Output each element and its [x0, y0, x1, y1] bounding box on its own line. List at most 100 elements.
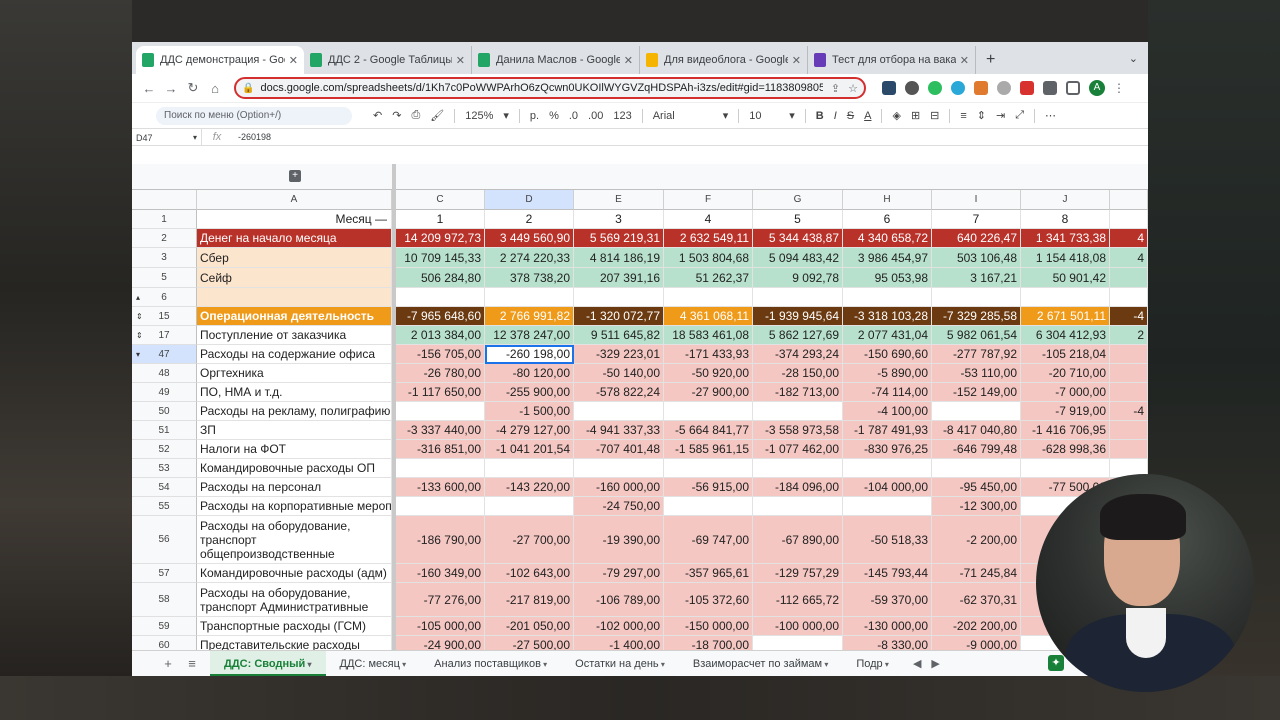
value-cell[interactable]: -160 349,00 — [396, 564, 485, 583]
value-cell[interactable] — [664, 459, 753, 478]
active-cell[interactable]: -260 198,00 — [485, 345, 574, 364]
row-label-cell[interactable]: Представительские расходы — [197, 636, 392, 650]
italic-button[interactable]: I — [834, 110, 837, 122]
value-cell[interactable]: 5 344 438,87 — [753, 229, 843, 248]
value-cell[interactable]: 5 094 483,42 — [753, 248, 843, 268]
value-cell[interactable] — [664, 402, 753, 421]
value-cell[interactable]: 10 709 145,33 — [396, 248, 485, 268]
row-label-cell[interactable]: Командировочные расходы ОП — [197, 459, 392, 478]
column-header-a[interactable]: A — [197, 190, 392, 210]
value-cell[interactable]: 4 814 186,19 — [574, 248, 664, 268]
row-label-cell[interactable]: ЗП — [197, 421, 392, 440]
star-icon[interactable]: ☆ — [848, 82, 858, 95]
value-cell[interactable]: -5 890,00 — [843, 364, 932, 383]
value-cell[interactable] — [485, 288, 574, 307]
value-cell[interactable]: -7 329 285,58 — [932, 307, 1021, 326]
redo-icon[interactable]: ↷ — [392, 109, 401, 122]
value-cell[interactable]: 4 — [1110, 248, 1148, 268]
value-cell[interactable]: -53 110,00 — [932, 364, 1021, 383]
extension-icon[interactable] — [951, 81, 965, 95]
menu-icon[interactable]: ⋮ — [1113, 81, 1125, 95]
value-cell[interactable]: -3 558 973,58 — [753, 421, 843, 440]
forward-icon[interactable]: → — [160, 81, 182, 96]
row-header[interactable]: 59 — [132, 617, 197, 636]
value-cell[interactable]: -329 223,01 — [574, 345, 664, 364]
value-cell[interactable]: 14 209 972,73 — [396, 229, 485, 248]
row-header[interactable]: 1 — [132, 210, 197, 229]
browser-tab-5[interactable]: Тест для отбора на вакансию ✕ — [808, 46, 976, 74]
close-icon[interactable]: ✕ — [624, 54, 633, 67]
value-cell[interactable]: 2 — [1110, 326, 1148, 345]
expand-group-icon[interactable]: ⇕ — [136, 331, 143, 340]
name-box[interactable]: D47 — [132, 129, 202, 147]
value-cell[interactable]: 2 077 431,04 — [843, 326, 932, 345]
expand-group-icon[interactable]: ⇕ — [136, 312, 143, 321]
value-cell[interactable]: 2 632 549,11 — [664, 229, 753, 248]
value-cell[interactable]: 2 274 220,33 — [485, 248, 574, 268]
value-cell[interactable]: 6 304 412,93 — [1021, 326, 1110, 345]
browser-tab-1[interactable]: ДДС демонстрация - Google ✕ — [136, 46, 304, 74]
value-cell[interactable]: -27 700,00 — [485, 516, 574, 564]
value-cell[interactable]: -80 120,00 — [485, 364, 574, 383]
close-icon[interactable]: ✕ — [960, 54, 969, 67]
value-cell[interactable]: 51 262,37 — [664, 268, 753, 288]
value-cell[interactable] — [396, 402, 485, 421]
value-cell[interactable]: 18 583 461,08 — [664, 326, 753, 345]
column-header-j[interactable]: J — [1021, 190, 1110, 210]
add-sheet-button[interactable]: + — [156, 656, 180, 671]
value-cell[interactable]: -112 665,72 — [753, 583, 843, 617]
value-cell[interactable]: -2 200,00 — [932, 516, 1021, 564]
value-cell[interactable]: -1 939 945,64 — [753, 307, 843, 326]
value-cell[interactable] — [753, 288, 843, 307]
value-cell[interactable]: 1 341 733,38 — [1021, 229, 1110, 248]
row-header[interactable]: 60 — [132, 636, 197, 650]
collapse-group-icon[interactable]: ▾ — [136, 350, 140, 359]
value-cell[interactable] — [1110, 288, 1148, 307]
back-icon[interactable]: ← — [138, 81, 160, 96]
value-cell[interactable] — [485, 497, 574, 516]
row-header[interactable]: 49 — [132, 383, 197, 402]
row-label-cell[interactable]: Операционная деятельность — [197, 307, 392, 326]
tab-search-icon[interactable]: ⌄ — [1129, 52, 1138, 65]
extension-icon[interactable] — [905, 81, 919, 95]
value-cell[interactable]: -50 518,33 — [843, 516, 932, 564]
value-cell[interactable]: -50 140,00 — [574, 364, 664, 383]
value-cell[interactable]: -707 401,48 — [574, 440, 664, 459]
value-cell[interactable]: 3 986 454,97 — [843, 248, 932, 268]
row-label-cell[interactable]: Сбер — [197, 248, 392, 268]
menu-search-input[interactable]: Поиск по меню (Option+/) — [156, 106, 352, 125]
number-format-button[interactable]: 123 — [613, 110, 631, 122]
value-cell[interactable] — [664, 497, 753, 516]
value-cell[interactable]: -217 819,00 — [485, 583, 574, 617]
row-label-cell[interactable]: Транспортные расходы (ГСМ) — [197, 617, 392, 636]
value-cell[interactable]: 506 284,80 — [396, 268, 485, 288]
value-cell[interactable]: -1 400,00 — [574, 636, 664, 650]
value-cell[interactable]: 3 449 560,90 — [485, 229, 574, 248]
extension-icon[interactable] — [974, 81, 988, 95]
row-header[interactable]: 17 ⇕ — [132, 326, 197, 345]
value-cell[interactable]: -20 710,00 — [1021, 364, 1110, 383]
value-cell[interactable] — [396, 497, 485, 516]
value-cell[interactable]: -3 337 440,00 — [396, 421, 485, 440]
sheet-tab[interactable]: ДДС: Сводный — [210, 650, 326, 676]
value-cell[interactable]: 503 106,48 — [932, 248, 1021, 268]
value-cell[interactable]: 4 — [664, 210, 753, 229]
value-cell[interactable] — [1110, 268, 1148, 288]
value-cell[interactable]: 4 — [1110, 229, 1148, 248]
value-cell[interactable]: 378 738,20 — [485, 268, 574, 288]
value-cell[interactable]: -143 220,00 — [485, 478, 574, 497]
wrap-icon[interactable]: ⇥ — [996, 109, 1005, 122]
row-label-cell[interactable]: Налоги на ФОТ — [197, 440, 392, 459]
value-cell[interactable] — [932, 459, 1021, 478]
value-cell[interactable] — [1110, 364, 1148, 383]
value-cell[interactable] — [1021, 459, 1110, 478]
row-label-cell[interactable]: Расходы на корпоративные меропр — [197, 497, 392, 516]
value-cell[interactable]: 3 167,21 — [932, 268, 1021, 288]
value-cell[interactable]: -27 500,00 — [485, 636, 574, 650]
row-header[interactable]: 51 — [132, 421, 197, 440]
text-color-button[interactable]: A — [864, 110, 871, 122]
value-cell[interactable]: -27 900,00 — [664, 383, 753, 402]
value-cell[interactable]: -12 300,00 — [932, 497, 1021, 516]
value-cell[interactable]: -628 998,36 — [1021, 440, 1110, 459]
sidepanel-icon[interactable] — [1066, 81, 1080, 95]
